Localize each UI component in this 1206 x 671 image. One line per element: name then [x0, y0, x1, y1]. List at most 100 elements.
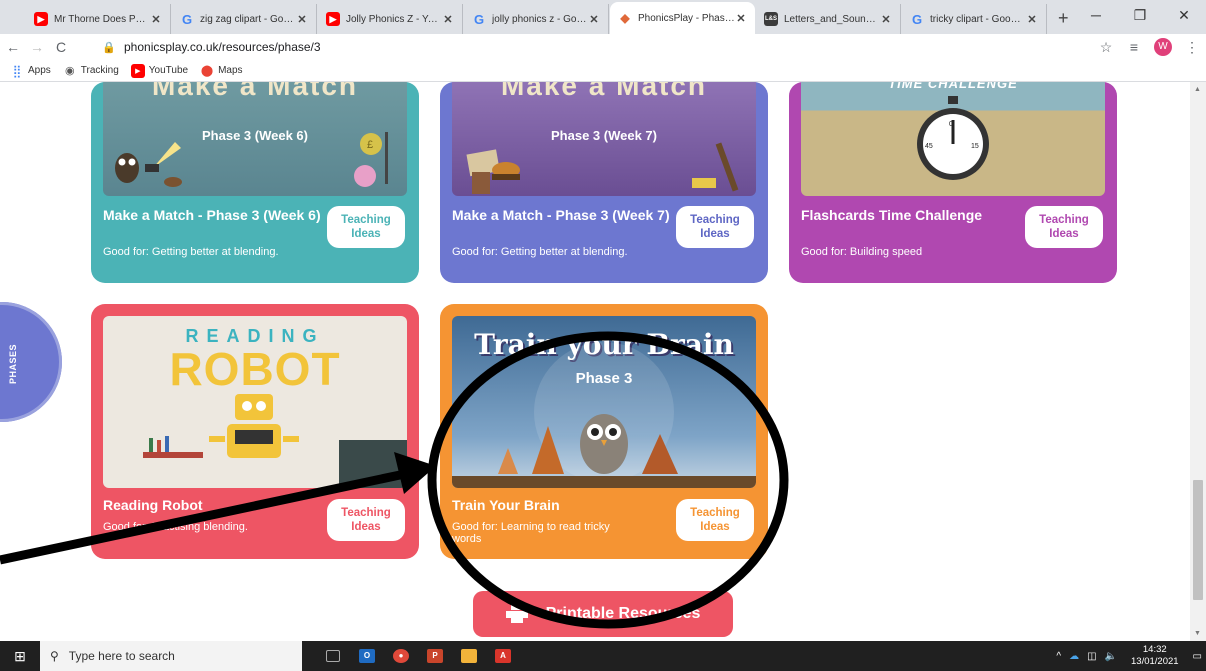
activity-card-make-a-match-week7[interactable]: Make a Match Phase 3 (Week 7) Make a Mat… [440, 82, 768, 283]
browser-tab[interactable]: L&SLetters_and_Sounds_-_✕ [756, 4, 901, 34]
activity-card-reading-robot[interactable]: READING ROBOT Reading Robot Good for: Pr… [91, 304, 419, 559]
outlook-icon[interactable]: O [350, 641, 384, 671]
network-icon[interactable]: ◫ [1087, 651, 1096, 662]
close-window-icon[interactable]: ✕ [1162, 0, 1206, 30]
card-title[interactable]: Make a Match - Phase 3 (Week 6) [103, 208, 323, 223]
scrollbar-thumb[interactable] [1193, 480, 1203, 600]
card-thumbnail[interactable]: READING ROBOT [103, 316, 407, 488]
close-tab-icon[interactable]: ✕ [150, 13, 162, 26]
taskbar-search-box[interactable]: ⚲ Type here to search [40, 641, 302, 671]
lock-icon[interactable]: 🔒 [102, 41, 116, 54]
svg-text:15: 15 [971, 143, 979, 150]
card-thumbnail[interactable]: Train your Brain Phase 3 [452, 316, 756, 488]
google-icon: G [473, 11, 485, 27]
scroll-down-icon[interactable]: ▼ [1194, 630, 1201, 637]
phonicsplay-icon: ◆ [620, 11, 630, 25]
printable-resources-button[interactable]: Printable Resources [473, 591, 733, 637]
notifications-icon[interactable]: ▭ [1193, 651, 1202, 662]
map-pin-icon: ⬤ [200, 65, 214, 77]
browser-tab[interactable]: Gtricky clipart - Google I ✕ [902, 4, 1047, 34]
teaching-ideas-button[interactable]: Teaching Ideas [327, 499, 405, 541]
url-text[interactable]: phonicsplay.co.uk/resources/phase/3 [124, 40, 321, 54]
card-title[interactable]: Flashcards Time Challenge [801, 208, 1001, 223]
globe-icon: ◉ [64, 65, 75, 77]
youtube-icon: ▶ [130, 63, 145, 78]
card-good-for: Good for: Getting better at blending. [103, 246, 279, 258]
close-tab-icon[interactable]: ✕ [588, 13, 600, 26]
card-thumbnail[interactable]: TIME CHALLENGE 0 15 45 [801, 82, 1105, 196]
card-thumbnail[interactable]: Make a Match Phase 3 (Week 6) £ [103, 82, 407, 196]
taskbar-clock[interactable]: 14:32 13/01/2021 [1131, 644, 1179, 668]
back-icon[interactable]: ← [2, 39, 24, 55]
make-a-match-illustration: £ [115, 132, 388, 187]
activity-card-make-a-match-week6[interactable]: Make a Match Phase 3 (Week 6) £ Make a M… [91, 82, 419, 283]
browser-tab[interactable]: Gzig zag clipart - Googl ✕ [172, 4, 317, 34]
powerpoint-icon[interactable]: P [418, 641, 452, 671]
browser-tab[interactable]: Gjolly phonics z - Googl ✕ [464, 4, 609, 34]
bookmark-apps[interactable]: ⣿ Apps [10, 64, 51, 78]
make-a-match-illustration [466, 142, 739, 194]
card-title[interactable]: Train Your Brain [452, 498, 672, 513]
navigation-bar: ← → C 🔒 phonicsplay.co.uk/resources/phas… [0, 34, 1206, 60]
teaching-ideas-button[interactable]: Teaching Ideas [676, 499, 754, 541]
card-title[interactable]: Reading Robot [103, 498, 323, 513]
search-icon: ⚲ [50, 649, 59, 663]
acrobat-icon[interactable]: A [486, 641, 520, 671]
star-icon[interactable]: ☆ [1092, 39, 1120, 56]
menu-icon[interactable]: ⋮ [1178, 39, 1206, 56]
youtube-icon: ▶ [326, 12, 340, 26]
svg-text:0: 0 [949, 121, 953, 128]
teaching-ideas-button[interactable]: Teaching Ideas [676, 206, 754, 248]
tray-chevron-icon[interactable]: ^ [1056, 651, 1061, 662]
close-tab-icon[interactable]: ✕ [296, 13, 308, 26]
activity-card-flashcards-time-challenge[interactable]: TIME CHALLENGE 0 15 45 Flashcards Time C… [789, 82, 1117, 283]
task-view-icon[interactable] [316, 641, 350, 671]
activity-card-train-your-brain[interactable]: Train your Brain Phase 3 Train Your Brai… [440, 304, 768, 559]
file-explorer-icon[interactable] [452, 641, 486, 671]
close-tab-icon[interactable]: ✕ [735, 12, 747, 25]
youtube-icon: ▶ [34, 12, 48, 26]
owl-illustration [452, 342, 756, 488]
svg-text:£: £ [367, 139, 373, 151]
bookmark-youtube[interactable]: ▶ YouTube [130, 63, 188, 78]
google-icon: G [181, 11, 193, 27]
google-icon: G [911, 11, 923, 27]
bookmark-maps[interactable]: ⬤ Maps [200, 64, 243, 78]
volume-icon[interactable]: 🔈 [1105, 651, 1117, 662]
card-title[interactable]: Make a Match - Phase 3 (Week 7) [452, 208, 672, 223]
close-tab-icon[interactable]: ✕ [1026, 13, 1038, 26]
system-tray: ^ ☁ ◫ 🔈 14:32 13/01/2021 ▭ [1052, 641, 1206, 671]
svg-text:45: 45 [925, 143, 933, 150]
restore-icon[interactable]: ❐ [1118, 0, 1162, 30]
page-scrollbar[interactable]: ▲ ▼ [1190, 82, 1206, 641]
address-bar[interactable]: 🔒 phonicsplay.co.uk/resources/phase/3 [102, 37, 321, 57]
reading-list-icon[interactable]: ≡ [1120, 39, 1148, 55]
bookmark-tracking[interactable]: ◉ Tracking [63, 64, 119, 78]
card-good-for: Good for: Getting better at blending. [452, 246, 628, 258]
profile-avatar[interactable]: W [1154, 38, 1172, 56]
reload-icon[interactable]: C [50, 39, 72, 55]
card-good-for: Good for: Learning to read tricky words [452, 521, 610, 545]
printer-icon [505, 605, 528, 623]
windows-start-icon[interactable]: ⊞ [0, 641, 40, 671]
close-tab-icon[interactable]: ✕ [880, 13, 892, 26]
onedrive-icon[interactable]: ☁ [1069, 651, 1079, 662]
scroll-up-icon[interactable]: ▲ [1194, 86, 1201, 93]
teaching-ideas-button[interactable]: Teaching Ideas [1025, 206, 1103, 248]
window-controls: ─ ❐ ✕ [1074, 0, 1206, 30]
card-thumbnail[interactable]: Make a Match Phase 3 (Week 7) [452, 82, 756, 196]
forward-icon[interactable]: → [26, 39, 48, 55]
stopwatch-illustration: 0 15 45 [917, 96, 989, 180]
tab-strip: ▶ Mr Thorne Does Phoni ✕ Gzig zag clipart … [0, 0, 1206, 34]
browser-tab[interactable]: ▶ Mr Thorne Does Phoni ✕ [26, 4, 171, 34]
document-icon: L&S [764, 12, 778, 26]
page-content: Make a Match Phase 3 (Week 6) £ Make a M… [0, 82, 1190, 641]
minimize-icon[interactable]: ─ [1074, 0, 1118, 30]
close-tab-icon[interactable]: ✕ [442, 13, 454, 26]
browser-tab-active[interactable]: ◆PhonicsPlay - Phase 3 R✕ [610, 2, 755, 34]
phases-side-tab[interactable]: PHASES [0, 302, 62, 422]
bookmarks-bar: ⣿ Apps ◉ Tracking ▶ YouTube ⬤ Maps [0, 60, 1206, 82]
chrome-icon[interactable]: ● [384, 641, 418, 671]
teaching-ideas-button[interactable]: Teaching Ideas [327, 206, 405, 248]
browser-tab[interactable]: ▶ Jolly Phonics Z - YouTu ✕ [318, 4, 463, 34]
